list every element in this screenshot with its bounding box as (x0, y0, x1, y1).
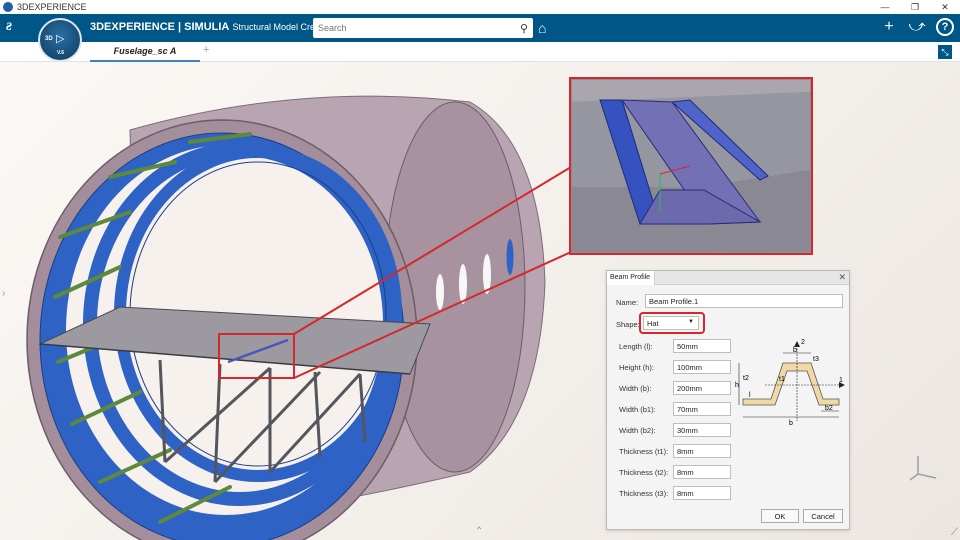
axis-triad-icon (909, 456, 937, 481)
compass-widget[interactable]: 3D ▷ V.6 (38, 18, 82, 62)
collapse-icon[interactable]: ⤡ (938, 45, 952, 59)
t1-label: t1 (779, 376, 785, 383)
window-controls: — ❐ ✕ (870, 0, 960, 14)
dialog-close-icon[interactable]: ✕ (838, 272, 846, 283)
field-input[interactable]: 70mm (673, 402, 731, 416)
brand-name: 3DEXPERIENCE | SIMULIA (90, 21, 230, 33)
shape-label: Shape: (616, 320, 640, 329)
tab-fuselage[interactable]: Fuselage_sc A (90, 42, 200, 62)
name-field[interactable] (645, 294, 843, 308)
search-input[interactable] (313, 19, 515, 37)
beam-profile-dialog: Beam Profile ✕ Name: Shape: Hat ▼ Length… (606, 270, 850, 530)
field-label: Width (b1): (619, 405, 656, 414)
bottom-expand-icon[interactable]: ⌃ (475, 526, 483, 537)
dassault-logo-icon: ƨ (6, 17, 13, 34)
name-label: Name: (616, 298, 639, 307)
dialog-header: Beam Profile ✕ (607, 271, 849, 285)
field-input[interactable]: 200mm (673, 381, 731, 395)
field-label: Thickness (t3): (619, 489, 669, 498)
compass-3d-label: 3D (45, 36, 53, 42)
share-icon[interactable]: ⤻ (908, 18, 926, 36)
t2-label: t2 (743, 375, 749, 382)
tab-bar: Fuselage_sc A + ⤡ (0, 42, 960, 62)
header-actions: + ⤻ ? (880, 18, 954, 36)
b1-label: b (793, 347, 797, 354)
window-title: 3DEXPERIENCE (17, 2, 87, 12)
field-label: Height (h): (619, 363, 655, 372)
search-icon[interactable]: ⚲ (515, 22, 533, 35)
b2-label: b2 (825, 405, 833, 412)
l-label: l (749, 392, 751, 399)
minimize-button[interactable]: — (870, 0, 900, 14)
close-window-button[interactable]: ✕ (930, 0, 960, 14)
axis1-label: 1 (839, 377, 843, 384)
left-expand-icon[interactable]: › (2, 288, 5, 299)
top-header: ƨ 3DEXPERIENCE | SIMULIA Structural Mode… (0, 14, 960, 42)
t3-label: t3 (813, 356, 819, 363)
field-input[interactable]: 30mm (673, 423, 731, 437)
shape-highlight (639, 312, 705, 334)
dialog-tab[interactable]: Beam Profile (607, 271, 655, 285)
window-slot (436, 274, 444, 310)
tag-icon[interactable]: ⌂ (538, 20, 546, 36)
resize-grip-icon[interactable]: ⟋ (951, 527, 958, 538)
field-label: Width (b2): (619, 426, 656, 435)
window-slot (459, 264, 467, 304)
ok-button[interactable]: OK (761, 509, 799, 523)
field-input[interactable]: 8mm (673, 486, 731, 500)
cancel-button[interactable]: Cancel (803, 509, 843, 523)
axis2-label: 2 (801, 339, 805, 346)
maximize-button[interactable]: ❐ (900, 0, 930, 14)
help-icon[interactable]: ? (936, 18, 954, 36)
add-tab-button[interactable]: + (203, 44, 209, 56)
field-label: Thickness (t2): (619, 468, 669, 477)
window-title-bar: 3DEXPERIENCE — ❐ ✕ (0, 0, 960, 14)
add-icon[interactable]: + (880, 18, 898, 36)
app-logo-icon (3, 2, 13, 12)
brand-title: 3DEXPERIENCE | SIMULIA Structural Model … (90, 21, 335, 33)
window-slot (506, 239, 514, 275)
zoom-inset (569, 77, 813, 255)
search-box: ⚲ (313, 18, 533, 38)
h-label: h (735, 382, 739, 389)
hat-profile-diagram: 2 1 b t3 t1 t2 h l b b2 (735, 339, 845, 427)
field-input[interactable]: 8mm (673, 444, 731, 458)
field-label: Width (b): (619, 384, 652, 393)
play-icon[interactable]: ▷ (56, 32, 64, 45)
field-label: Length (l): (619, 342, 653, 351)
b-label: b (789, 420, 793, 427)
field-input[interactable]: 100mm (673, 360, 731, 374)
field-input[interactable]: 8mm (673, 465, 731, 479)
field-input[interactable]: 50mm (673, 339, 731, 353)
compass-version: V.6 (57, 50, 65, 56)
field-label: Thickness (t1): (619, 447, 669, 456)
